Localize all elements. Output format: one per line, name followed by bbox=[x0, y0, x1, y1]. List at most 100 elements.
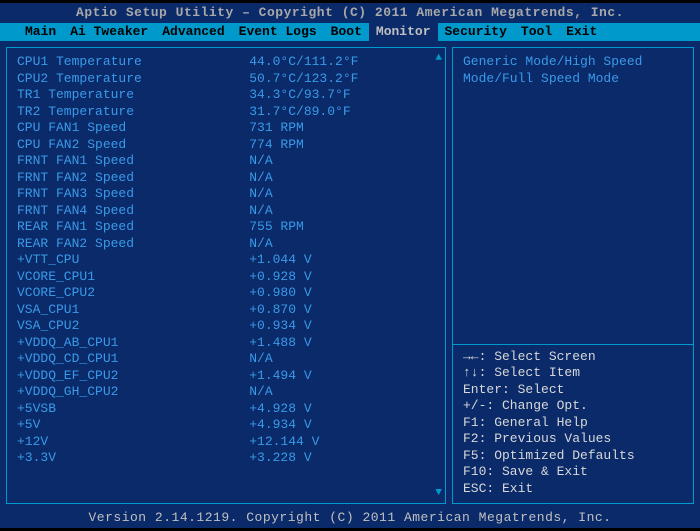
monitor-row[interactable]: +VDDQ_GH_CPU2N/A bbox=[17, 384, 435, 401]
monitor-pane: ▲ CPU1 Temperature44.0°C/111.2°FCPU2 Tem… bbox=[6, 47, 446, 504]
monitor-row-value: 50.7°C/123.2°F bbox=[249, 71, 435, 88]
monitor-row-value: N/A bbox=[249, 186, 435, 203]
monitor-row-value: N/A bbox=[249, 351, 435, 368]
monitor-row[interactable]: REAR FAN1 Speed755 RPM bbox=[17, 219, 435, 236]
monitor-row-label: +3.3V bbox=[17, 450, 249, 467]
monitor-row[interactable]: +5VSB+4.928 V bbox=[17, 401, 435, 418]
monitor-row-value: +0.980 V bbox=[249, 285, 435, 302]
menu-tab-monitor[interactable]: Monitor bbox=[369, 23, 438, 41]
monitor-row[interactable]: CPU FAN1 Speed731 RPM bbox=[17, 120, 435, 137]
help-line: +/-: Change Opt. bbox=[463, 398, 683, 415]
monitor-row[interactable]: TR1 Temperature34.3°C/93.7°F bbox=[17, 87, 435, 104]
monitor-row-value: N/A bbox=[249, 153, 435, 170]
help-line: Enter: Select bbox=[463, 382, 683, 399]
scroll-down-icon[interactable]: ▼ bbox=[435, 487, 442, 499]
menu-tab-security[interactable]: Security bbox=[438, 23, 514, 41]
monitor-row-value: 731 RPM bbox=[249, 120, 435, 137]
menu-tab-main[interactable]: Main bbox=[18, 23, 63, 41]
monitor-row-label: +VDDQ_CD_CPU1 bbox=[17, 351, 249, 368]
monitor-row[interactable]: FRNT FAN2 SpeedN/A bbox=[17, 170, 435, 187]
monitor-row-label: VSA_CPU1 bbox=[17, 302, 249, 319]
help-pane: Generic Mode/High Speed Mode/Full Speed … bbox=[452, 47, 694, 504]
monitor-row-label: +5VSB bbox=[17, 401, 249, 418]
monitor-row[interactable]: +12V+12.144 V bbox=[17, 434, 435, 451]
monitor-row[interactable]: FRNT FAN1 SpeedN/A bbox=[17, 153, 435, 170]
menu-tab-advanced[interactable]: Advanced bbox=[155, 23, 231, 41]
monitor-row-value: 31.7°C/89.0°F bbox=[249, 104, 435, 121]
info-line: Generic Mode/High Speed bbox=[463, 54, 683, 71]
monitor-row[interactable]: FRNT FAN4 SpeedN/A bbox=[17, 203, 435, 220]
monitor-row[interactable]: +VDDQ_AB_CPU1+1.488 V bbox=[17, 335, 435, 352]
monitor-row[interactable]: +VDDQ_CD_CPU1N/A bbox=[17, 351, 435, 368]
monitor-row-label: FRNT FAN2 Speed bbox=[17, 170, 249, 187]
version-footer: Version 2.14.1219. Copyright (C) 2011 Am… bbox=[0, 508, 700, 528]
monitor-row[interactable]: VCORE_CPU1+0.928 V bbox=[17, 269, 435, 286]
monitor-row-value: 34.3°C/93.7°F bbox=[249, 87, 435, 104]
monitor-row[interactable]: CPU1 Temperature44.0°C/111.2°F bbox=[17, 54, 435, 71]
scroll-up-icon[interactable]: ▲ bbox=[435, 52, 442, 64]
monitor-row-value: +12.144 V bbox=[249, 434, 435, 451]
monitor-row[interactable]: REAR FAN2 SpeedN/A bbox=[17, 236, 435, 253]
menu-tab-tool[interactable]: Tool bbox=[514, 23, 559, 41]
info-line: Mode/Full Speed Mode bbox=[463, 71, 683, 88]
help-line: F2: Previous Values bbox=[463, 431, 683, 448]
monitor-row-value: +1.044 V bbox=[249, 252, 435, 269]
menu-bar: MainAi TweakerAdvancedEvent LogsBootMoni… bbox=[0, 23, 700, 41]
menu-tab-event-logs[interactable]: Event Logs bbox=[232, 23, 324, 41]
monitor-row-label: REAR FAN2 Speed bbox=[17, 236, 249, 253]
monitor-row-label: TR1 Temperature bbox=[17, 87, 249, 104]
monitor-row-label: VCORE_CPU2 bbox=[17, 285, 249, 302]
menu-tab-ai-tweaker[interactable]: Ai Tweaker bbox=[63, 23, 155, 41]
monitor-row-value: N/A bbox=[249, 203, 435, 220]
monitor-row-label: FRNT FAN4 Speed bbox=[17, 203, 249, 220]
monitor-row-value: +4.928 V bbox=[249, 401, 435, 418]
monitor-row-value: 755 RPM bbox=[249, 219, 435, 236]
help-line: F5: Optimized Defaults bbox=[463, 448, 683, 465]
monitor-row-value: +3.228 V bbox=[249, 450, 435, 467]
monitor-row-label: +VDDQ_EF_CPU2 bbox=[17, 368, 249, 385]
menu-tab-boot[interactable]: Boot bbox=[324, 23, 369, 41]
monitor-row-value: N/A bbox=[249, 236, 435, 253]
monitor-row[interactable]: +5V+4.934 V bbox=[17, 417, 435, 434]
monitor-row-value: 44.0°C/111.2°F bbox=[249, 54, 435, 71]
monitor-row[interactable]: VCORE_CPU2+0.980 V bbox=[17, 285, 435, 302]
menu-tab-exit[interactable]: Exit bbox=[559, 23, 604, 41]
monitor-row-label: FRNT FAN1 Speed bbox=[17, 153, 249, 170]
monitor-row[interactable]: CPU FAN2 Speed774 RPM bbox=[17, 137, 435, 154]
monitor-row[interactable]: CPU2 Temperature50.7°C/123.2°F bbox=[17, 71, 435, 88]
monitor-row-label: FRNT FAN3 Speed bbox=[17, 186, 249, 203]
monitor-row-label: REAR FAN1 Speed bbox=[17, 219, 249, 236]
monitor-row-value: N/A bbox=[249, 170, 435, 187]
help-line: F10: Save & Exit bbox=[463, 464, 683, 481]
monitor-row[interactable]: +VDDQ_EF_CPU2+1.494 V bbox=[17, 368, 435, 385]
help-line: ↑↓: Select Item bbox=[463, 365, 683, 382]
monitor-row-label: +5V bbox=[17, 417, 249, 434]
monitor-row-value: +0.870 V bbox=[249, 302, 435, 319]
utility-title: Aptio Setup Utility – Copyright (C) 2011… bbox=[0, 3, 700, 23]
monitor-row-label: VCORE_CPU1 bbox=[17, 269, 249, 286]
monitor-row[interactable]: TR2 Temperature31.7°C/89.0°F bbox=[17, 104, 435, 121]
monitor-row-label: CPU FAN2 Speed bbox=[17, 137, 249, 154]
monitor-row[interactable]: VSA_CPU2+0.934 V bbox=[17, 318, 435, 335]
monitor-row-label: CPU2 Temperature bbox=[17, 71, 249, 88]
monitor-row-label: CPU FAN1 Speed bbox=[17, 120, 249, 137]
monitor-row[interactable]: VSA_CPU1+0.870 V bbox=[17, 302, 435, 319]
monitor-row-value: +1.494 V bbox=[249, 368, 435, 385]
monitor-row[interactable]: FRNT FAN3 SpeedN/A bbox=[17, 186, 435, 203]
pane-divider bbox=[453, 344, 693, 345]
monitor-row-value: +0.934 V bbox=[249, 318, 435, 335]
monitor-row-label: CPU1 Temperature bbox=[17, 54, 249, 71]
monitor-row[interactable]: +3.3V+3.228 V bbox=[17, 450, 435, 467]
monitor-row-value: +1.488 V bbox=[249, 335, 435, 352]
monitor-row[interactable]: +VTT_CPU+1.044 V bbox=[17, 252, 435, 269]
monitor-row-label: +VDDQ_AB_CPU1 bbox=[17, 335, 249, 352]
monitor-row-value: +0.928 V bbox=[249, 269, 435, 286]
help-line: F1: General Help bbox=[463, 415, 683, 432]
monitor-row-value: 774 RPM bbox=[249, 137, 435, 154]
monitor-row-label: TR2 Temperature bbox=[17, 104, 249, 121]
help-line: →←: Select Screen bbox=[463, 349, 683, 366]
help-line: ESC: Exit bbox=[463, 481, 683, 498]
monitor-row-label: VSA_CPU2 bbox=[17, 318, 249, 335]
monitor-row-value: N/A bbox=[249, 384, 435, 401]
monitor-row-label: +12V bbox=[17, 434, 249, 451]
